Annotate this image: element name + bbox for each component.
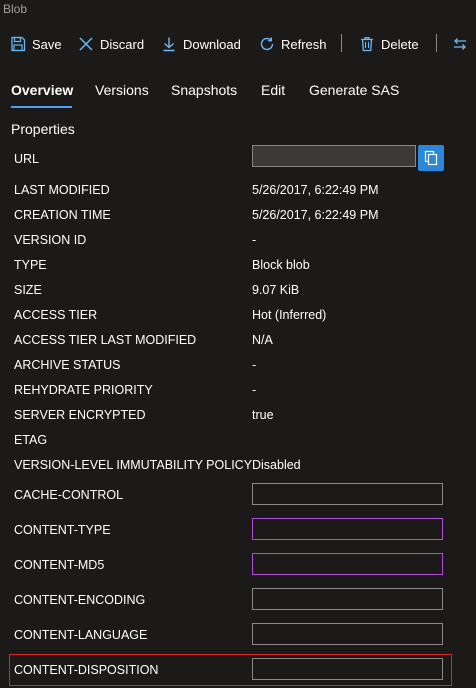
property-value: Disabled bbox=[252, 458, 301, 472]
copy-icon bbox=[424, 150, 438, 166]
property-label: CACHE-CONTROL bbox=[14, 488, 124, 502]
property-label: REHYDRATE PRIORITY bbox=[14, 383, 153, 397]
tab-edit[interactable]: Edit bbox=[261, 82, 285, 98]
tab-overview[interactable]: Overview bbox=[11, 82, 73, 98]
download-label: Download bbox=[183, 36, 241, 52]
property-label: CONTENT-MD5 bbox=[14, 558, 105, 572]
discard-button[interactable]: Discard bbox=[78, 28, 144, 60]
property-row: ARCHIVE STATUS - bbox=[0, 354, 476, 379]
tab-snapshots[interactable]: Snapshots bbox=[171, 82, 237, 98]
property-row: VERSION-LEVEL IMMUTABILITY POLICY Disabl… bbox=[0, 454, 476, 479]
property-value: 5/26/2017, 6:22:49 PM bbox=[252, 208, 379, 222]
toolbar: Save Discard Download Refresh Delete bbox=[0, 28, 476, 60]
property-label: CONTENT-LANGUAGE bbox=[14, 628, 148, 642]
toolbar-divider bbox=[436, 34, 437, 52]
property-label: TYPE bbox=[14, 258, 47, 272]
title-bar: Blob bbox=[0, 0, 476, 20]
refresh-icon bbox=[260, 37, 274, 51]
property-label: ACCESS TIER LAST MODIFIED bbox=[14, 333, 197, 347]
download-button[interactable]: Download bbox=[161, 28, 241, 60]
property-row: ACCESS TIER Hot (Inferred) bbox=[0, 304, 476, 329]
active-tab-indicator bbox=[11, 106, 72, 108]
property-value: - bbox=[252, 358, 257, 372]
tab-versions[interactable]: Versions bbox=[95, 82, 149, 98]
trash-icon bbox=[361, 37, 373, 52]
property-value: - bbox=[252, 233, 257, 247]
tab-generate-sas[interactable]: Generate SAS bbox=[309, 82, 399, 98]
content-language-input[interactable] bbox=[252, 623, 443, 645]
property-label: CREATION TIME bbox=[14, 208, 111, 222]
delete-label: Delete bbox=[381, 36, 419, 52]
property-label: CONTENT-ENCODING bbox=[14, 593, 146, 607]
property-row: SIZE 9.07 KiB bbox=[0, 279, 476, 304]
property-label: VERSION-LEVEL IMMUTABILITY POLICY bbox=[14, 458, 253, 472]
discard-label: Discard bbox=[100, 36, 145, 52]
property-label: ARCHIVE STATUS bbox=[14, 358, 121, 372]
swap-arrows-icon bbox=[454, 38, 466, 50]
property-row: SERVER ENCRYPTED true bbox=[0, 404, 476, 429]
property-value: 9.07 KiB bbox=[252, 283, 300, 297]
more-actions-button[interactable] bbox=[452, 28, 474, 60]
property-label: LAST MODIFIED bbox=[14, 183, 110, 197]
refresh-button[interactable]: Refresh bbox=[259, 28, 327, 60]
delete-button[interactable]: Delete bbox=[359, 28, 419, 60]
property-label: URL bbox=[14, 152, 40, 166]
property-value: N/A bbox=[252, 333, 273, 347]
save-label: Save bbox=[32, 36, 62, 52]
property-row: CREATION TIME 5/26/2017, 6:22:49 PM bbox=[0, 204, 476, 229]
property-value: true bbox=[252, 408, 274, 422]
property-row: ACCESS TIER LAST MODIFIED N/A bbox=[0, 329, 476, 354]
content-md5-input[interactable] bbox=[252, 553, 443, 575]
tab-bar: Overview Versions Snapshots Edit Generat… bbox=[0, 80, 476, 110]
property-label: CONTENT-DISPOSITION bbox=[14, 663, 159, 677]
property-row: TYPE Block blob bbox=[0, 254, 476, 279]
property-value: 5/26/2017, 6:22:49 PM bbox=[252, 183, 379, 197]
property-row: REHYDRATE PRIORITY - bbox=[0, 379, 476, 404]
property-value: - bbox=[252, 383, 257, 397]
property-value: Block blob bbox=[252, 258, 310, 272]
copy-url-button[interactable] bbox=[418, 145, 444, 171]
property-label: ETAG bbox=[14, 433, 48, 447]
content-type-input[interactable] bbox=[252, 518, 443, 540]
property-row: VERSION ID - bbox=[0, 229, 476, 254]
close-icon bbox=[79, 37, 93, 51]
property-row: ETAG bbox=[0, 429, 476, 454]
property-value: Hot (Inferred) bbox=[252, 308, 327, 322]
property-label: CONTENT-TYPE bbox=[14, 523, 111, 537]
property-row: LAST MODIFIED 5/26/2017, 6:22:49 PM bbox=[0, 179, 476, 204]
refresh-label: Refresh bbox=[281, 36, 327, 52]
window-title: Blob bbox=[3, 2, 28, 16]
property-label: SERVER ENCRYPTED bbox=[14, 408, 146, 422]
content-disposition-input[interactable] bbox=[252, 658, 443, 680]
save-button[interactable]: Save bbox=[10, 28, 62, 60]
toolbar-divider bbox=[341, 34, 342, 52]
cache-control-input[interactable] bbox=[252, 483, 443, 505]
content-encoding-input[interactable] bbox=[252, 588, 443, 610]
download-icon bbox=[163, 37, 175, 52]
property-label: SIZE bbox=[14, 283, 42, 297]
property-label: VERSION ID bbox=[14, 233, 87, 247]
save-icon bbox=[11, 36, 26, 52]
property-label: ACCESS TIER bbox=[14, 308, 98, 322]
properties-heading: Properties bbox=[11, 121, 75, 137]
url-field[interactable] bbox=[252, 145, 416, 167]
